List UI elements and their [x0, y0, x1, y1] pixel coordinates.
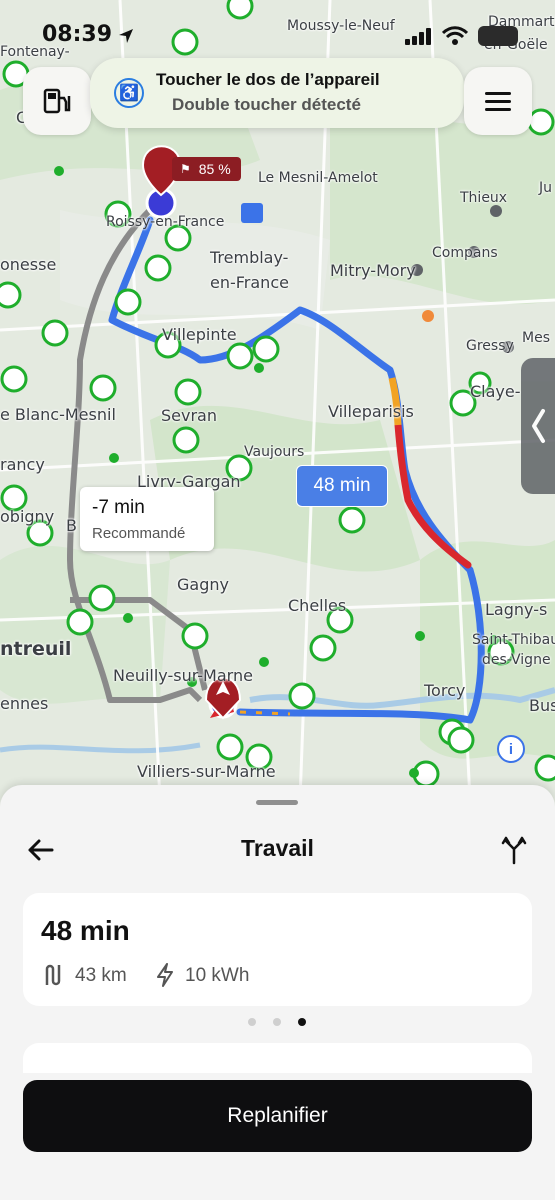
place-label: onesse: [0, 255, 57, 274]
place-label: rancy: [0, 455, 45, 474]
destination-badge[interactable]: ⚑ 85 %: [172, 157, 241, 181]
sheet-title: Travail: [241, 835, 314, 861]
place-label: Chelles: [288, 596, 347, 615]
place-label: Torcy: [424, 681, 466, 700]
place-label: e Blanc-Mesnil: [0, 405, 116, 424]
replan-button[interactable]: Replanifier: [23, 1080, 532, 1152]
route-distance: 43 km: [75, 965, 127, 986]
route-summary-card[interactable]: 48 min 43 km 10 kWh: [23, 893, 532, 1006]
place-label: Neuilly-sur-Marne: [113, 666, 253, 685]
route-distance-icon: [45, 964, 61, 986]
place-label: en-France: [210, 273, 289, 292]
place-label: Bus: [529, 696, 555, 715]
place-label: Roissy-en-France: [106, 214, 225, 230]
place-label: Gressy: [466, 338, 514, 354]
battery-percent: 85 %: [198, 161, 231, 177]
place-label: Villiers-sur-Marne: [137, 762, 276, 781]
status-bar: 08:39: [0, 0, 555, 56]
toast-subtitle: Double toucher détecté: [172, 95, 361, 114]
battery-icon: [478, 26, 518, 46]
place-label: Sevran: [161, 406, 217, 425]
place-label: Saint-Thibau: [472, 632, 555, 648]
main-route-bubble[interactable]: 48 min: [296, 465, 388, 507]
route-duration: 48 min: [41, 915, 130, 946]
place-label: des-Vigne: [482, 652, 551, 668]
menu-button[interactable]: [464, 67, 532, 135]
route-energy: 10 kWh: [185, 965, 250, 986]
place-label: Vaujours: [244, 444, 305, 460]
place-label: Gagny: [177, 575, 229, 594]
route-split-icon[interactable]: [500, 835, 528, 865]
place-label: ennes: [0, 694, 49, 713]
page-dot[interactable]: [273, 1018, 281, 1026]
place-label: Mitry-Mory: [330, 261, 416, 280]
signal-icon: [405, 28, 431, 45]
accessibility-icon: ♿: [114, 78, 144, 108]
wifi-icon: [442, 26, 468, 45]
side-panel-tab[interactable]: [521, 358, 555, 494]
place-label: Ju: [539, 180, 553, 196]
page-dot-active[interactable]: [298, 1018, 306, 1026]
place-label: Villepinte: [162, 325, 237, 344]
next-card-peek: [23, 1043, 532, 1073]
place-label: B: [66, 516, 77, 535]
bolt-icon: [157, 963, 173, 987]
alt-route-time: -7 min: [92, 497, 145, 518]
flag-icon: ⚑: [180, 162, 191, 176]
toast-title: Toucher le dos de l’appareil: [156, 70, 380, 89]
place-label: Mes: [522, 330, 550, 346]
sheet-handle[interactable]: [256, 800, 298, 805]
place-label: Le Mesnil-Amelot: [258, 170, 378, 186]
accessibility-toast: ♿ Toucher le dos de l’appareil Double to…: [90, 58, 464, 128]
place-label: Lagny-s: [485, 600, 548, 619]
page-dot[interactable]: [248, 1018, 256, 1026]
menu-icon: [485, 92, 511, 111]
place-label: Thieux: [460, 190, 508, 206]
info-icon[interactable]: i: [497, 735, 525, 763]
place-label: obigny: [0, 507, 55, 526]
place-label: ntreuil: [0, 638, 72, 660]
charging-station-icon: [43, 88, 71, 114]
status-time: 08:39: [42, 22, 113, 47]
charging-station-button[interactable]: [23, 67, 91, 135]
place-label: Tremblay-: [210, 248, 289, 267]
alt-route-bubble[interactable]: -7 min Recommandé: [80, 487, 214, 551]
route-sheet: Travail 48 min 43 km 10 kWh Replanifier: [0, 785, 555, 1200]
place-label: Villeparisis: [328, 402, 414, 421]
alt-route-note: Recommandé: [92, 525, 186, 542]
chevron-left-icon: [532, 409, 545, 443]
place-label: Compans: [432, 245, 498, 261]
location-arrow-icon: [119, 29, 133, 43]
place-label: Claye-: [470, 382, 521, 401]
